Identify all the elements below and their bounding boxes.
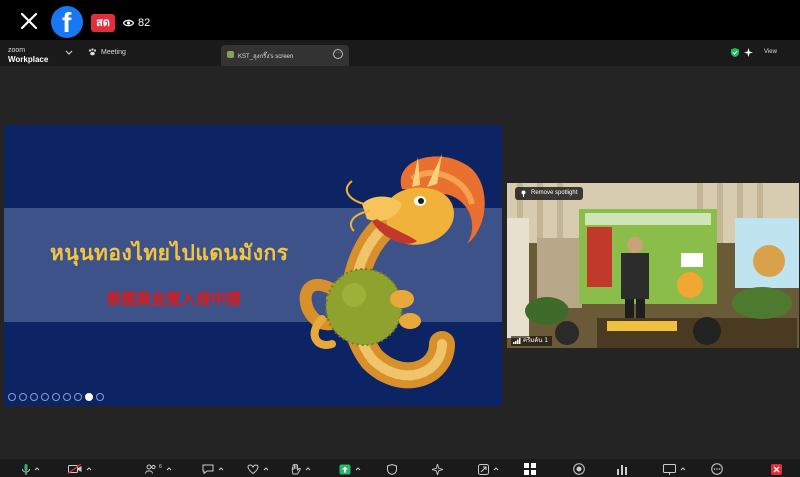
share-control[interactable] [339,463,361,475]
stats-control[interactable] [616,463,628,475]
chevron-up-icon[interactable] [355,466,361,472]
workplace-logo-text: Workplace [8,55,49,64]
participants-icon[interactable] [145,464,157,474]
share-screen-icon[interactable] [339,464,351,475]
ai-companion-sparkle-icon[interactable] [432,463,443,475]
zoom-workplace-logo: zoom Workplace [8,44,48,64]
annotation-more-icon[interactable] [96,393,104,401]
breakout-rooms-icon[interactable] [478,463,489,475]
annotation-tool-icon[interactable] [74,393,82,401]
reactions-control[interactable] [247,463,269,475]
video-control[interactable] [68,463,92,475]
ai-sparkle-icon[interactable] [744,48,753,57]
annotation-tool-icon[interactable] [8,393,16,401]
audio-control[interactable] [22,463,40,475]
participant-name-label: ครีมค้น 1 [511,336,553,346]
ai-companion-control[interactable] [432,463,443,475]
participants-control[interactable]: 6 [145,463,172,475]
viewer-count-value: 82 [138,17,151,29]
security-shield-icon[interactable] [387,463,397,475]
participants-count: 6 [159,464,162,470]
breakout-control[interactable] [478,463,499,475]
apps-control[interactable] [524,463,536,475]
meeting-paw-icon [88,48,97,56]
dragon-durian-illustration [299,154,485,389]
zoom-logo-text: zoom [8,47,26,54]
raise-hand-icon[interactable] [291,463,301,475]
chat-control[interactable] [202,463,224,475]
stats-bar-icon[interactable] [616,464,628,475]
app-window: f สด 82 zoom Workplace Meeting KST_ลุงกร… [0,0,800,477]
share-tab-icon [227,51,234,58]
leave-meeting-icon[interactable] [771,463,782,475]
more-options-icon[interactable] [711,463,723,475]
meeting-tab[interactable]: Meeting [88,48,126,56]
annotation-tool-icon[interactable] [41,393,49,401]
chevron-down-icon[interactable] [64,47,74,57]
leave-control[interactable] [771,463,782,475]
eye-icon [123,19,134,27]
chevron-up-icon[interactable] [263,466,269,472]
more-icon[interactable]: ··· [333,49,343,59]
close-icon[interactable] [16,8,42,34]
remove-spotlight-label: Remove spotlight [531,190,578,196]
chevron-up-icon[interactable] [218,466,224,472]
whiteboard-control[interactable] [663,463,686,475]
chevron-up-icon[interactable] [305,466,311,472]
record-control[interactable] [573,463,585,475]
annotation-toolbar [8,393,104,401]
annotation-tool-active-icon[interactable] [85,393,93,401]
chevron-up-icon[interactable] [86,466,92,472]
viewer-count: 82 [123,14,150,32]
screen-share-tab[interactable]: KST_ลุงกริ๊ง's screen ··· [221,45,349,66]
chat-icon[interactable] [202,464,214,474]
annotation-tool-icon[interactable] [52,393,60,401]
more-control[interactable] [711,463,723,475]
view-menu-button[interactable]: View [764,49,777,55]
reactions-heart-icon[interactable] [247,464,259,474]
annotation-tool-icon[interactable] [63,393,71,401]
spotlight-video-tile[interactable]: Remove spotlight ครีมค้น 1 [507,183,799,348]
apps-grid-icon[interactable] [524,463,536,475]
video-frame-scene [507,183,799,348]
raise-hand-control[interactable] [291,463,311,475]
live-badge: สด [91,14,115,32]
meeting-controls-toolbar: 6 [0,459,800,477]
zoom-title-bar: zoom Workplace Meeting KST_ลุงกริ๊ง's sc… [0,40,800,66]
microphone-icon[interactable] [22,463,30,475]
chevron-up-icon[interactable] [34,466,40,472]
chevron-up-icon[interactable] [166,466,172,472]
meeting-tab-label: Meeting [101,48,126,56]
pin-icon [521,190,526,197]
slide-subtitle: 泰國黃金蜜入侵中國 [106,290,242,308]
chevron-up-icon[interactable] [680,466,686,472]
whiteboard-icon[interactable] [663,463,676,475]
share-tab-label: KST_ลุงกริ๊ง's screen [238,54,294,60]
annotation-tool-icon[interactable] [19,393,27,401]
shared-screen-slide[interactable]: หนุนทองไทยไปแดนมังกร 泰國黃金蜜入侵中國 [4,125,502,406]
encryption-shield-icon[interactable] [731,48,739,57]
participant-name: ครีมค้น 1 [523,337,549,344]
facebook-logo-icon[interactable]: f [51,6,83,38]
signal-icon [513,338,521,344]
remove-spotlight-button[interactable]: Remove spotlight [515,187,584,200]
record-icon[interactable] [573,463,585,475]
security-control[interactable] [387,463,397,475]
facebook-live-bar: f สด 82 [0,0,800,40]
slide-title: หนุนทองไทยไปแดนมังกร [50,241,289,265]
video-off-icon[interactable] [68,464,82,474]
annotation-tool-icon[interactable] [30,393,38,401]
chevron-up-icon[interactable] [493,466,499,472]
